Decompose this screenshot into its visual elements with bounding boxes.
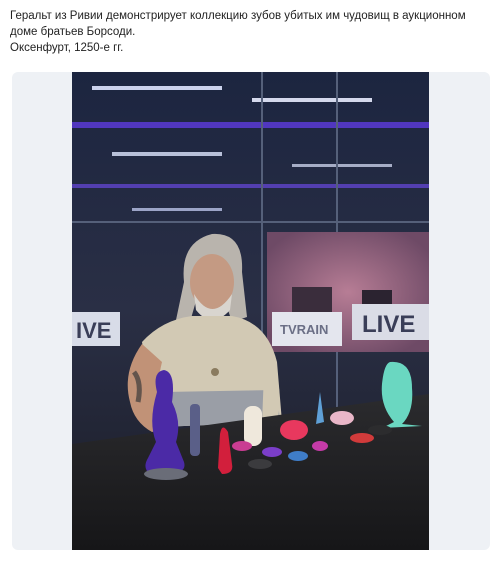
post-text-line: Геральт из Ривии демонстрирует коллекцию… [10,10,466,22]
live-sign-right-text: LIVE [362,311,415,338]
post-text-line: доме братьев Борсоди. [10,26,136,38]
live-sign-left-text: IVE [76,318,111,343]
live-sign-right: LIVE [352,304,429,340]
post-photo[interactable]: IVE TVRAIN LIVE [72,72,429,550]
post-image-container[interactable]: IVE TVRAIN LIVE [12,72,490,550]
tvrain-sign-text: TVRAIN [280,322,328,337]
post-card: Геральт из Ривии демонстрирует коллекцию… [0,0,500,566]
live-sign-left: IVE [72,312,120,346]
tvrain-sign: TVRAIN [272,312,342,346]
post-text: Геральт из Ривии демонстрирует коллекцию… [10,8,492,56]
post-text-line: Оксенфурт, 1250-е гг. [10,42,124,54]
